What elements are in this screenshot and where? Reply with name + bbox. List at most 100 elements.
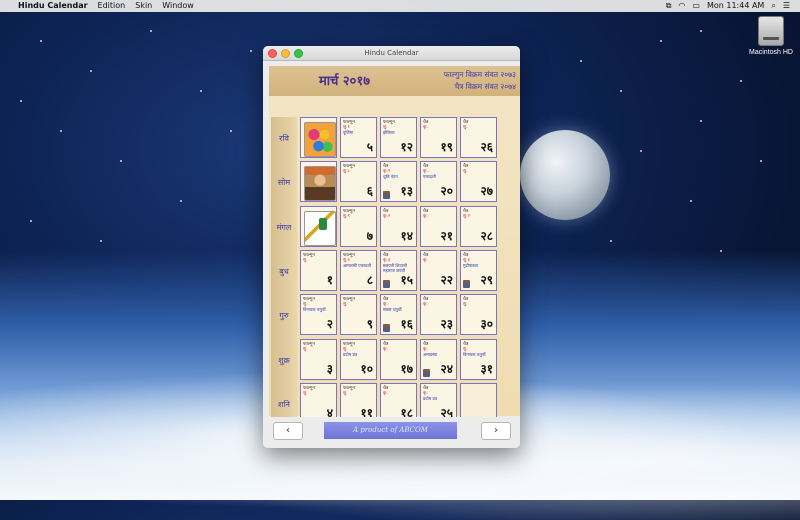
notification-center-icon[interactable]: ☰: [783, 0, 790, 12]
minimize-button[interactable]: [281, 49, 290, 58]
tithi-label: शु.२: [463, 213, 470, 219]
tithi-label: कृ.: [423, 257, 428, 263]
day-cell[interactable]: चैत्र कृ. अमावस्या २४: [420, 338, 457, 380]
tithi-label: कृ.: [423, 213, 428, 219]
date-number: १३: [400, 184, 413, 199]
samvat-line-1: फाल्गुन विक्रम संवत २०७३: [443, 70, 516, 79]
tithi-label: शु.८: [343, 169, 350, 175]
deity-icon: [383, 279, 390, 288]
day-cell[interactable]: चैत्र कृ.१ धुलि वंदन १३: [380, 161, 417, 203]
date-number: ९: [366, 317, 373, 332]
deity-icon: [463, 279, 470, 288]
star: [740, 80, 742, 82]
day-cell[interactable]: फाल्गुन शु.८ ६: [340, 161, 377, 203]
date-number: २०: [440, 184, 453, 199]
day-cell[interactable]: चैत्र कृ. १७: [380, 338, 417, 380]
festival-label: प्रदोष व्रत: [423, 395, 438, 401]
date-number: २: [326, 317, 333, 332]
day-cell[interactable]: फाल्गुन शु.१ पूर्णिमा ५: [340, 117, 377, 158]
star: [180, 200, 182, 202]
date-number: १६: [400, 317, 413, 332]
date-number: २८: [480, 228, 493, 243]
day-cell[interactable]: फाल्गुन शु. ९: [340, 294, 377, 336]
day-cell[interactable]: चैत्र शु. २७: [460, 161, 497, 203]
date-number: २९: [480, 272, 493, 287]
credit-banner[interactable]: A product of ABCOM: [324, 422, 457, 439]
menu-app-name[interactable]: Hindu Calendar: [18, 0, 88, 12]
festival-image-cell[interactable]: [300, 161, 337, 203]
date-number: ८: [366, 272, 373, 287]
day-cell[interactable]: फाल्गुन शु. १: [300, 249, 337, 291]
search-icon[interactable]: ⌕: [771, 0, 775, 12]
colors-festival-image: [304, 122, 336, 157]
date-number: ७: [366, 228, 373, 243]
menu-item-window[interactable]: Window: [162, 0, 194, 12]
weekday-column: रवि सोम मंगल बुध गुरु शुक्र शनि: [271, 117, 297, 428]
day-cell[interactable]: चैत्र शु.२ २८: [460, 205, 497, 247]
date-number: १९: [440, 140, 453, 154]
shivaji-festival-image: [304, 166, 336, 202]
day-cell[interactable]: चैत्र कृ.२ १४: [380, 205, 417, 247]
day-cell[interactable]: चैत्र कृ. २३: [420, 294, 457, 336]
date-number: २६: [480, 140, 493, 154]
gudi-festival-image: [304, 210, 336, 246]
star: [700, 30, 702, 32]
tithi-label: कृ.२: [383, 213, 391, 219]
next-month-button[interactable]: ›: [481, 422, 511, 440]
window-titlebar[interactable]: Hindu Calendar: [263, 46, 520, 61]
day-cell[interactable]: फाल्गुन शु. होलिका १२: [380, 117, 417, 158]
clock[interactable]: Mon 11:44 AM: [707, 0, 764, 12]
date-number: ३१: [480, 361, 493, 376]
day-cell[interactable]: फाल्गुन शु. विनायक चतुर्थी २: [300, 294, 337, 336]
date-number: २४: [440, 361, 453, 376]
festival-image-cell[interactable]: [300, 117, 337, 158]
day-cell[interactable]: फाल्गुन शु. ३: [300, 338, 337, 380]
day-cell[interactable]: चैत्र कृ. संकष्ट चतुर्थी १६: [380, 294, 417, 336]
tithi-label: कृ.: [423, 302, 428, 308]
previous-month-button[interactable]: ‹: [273, 422, 303, 440]
day-cell[interactable]: चैत्र कृ. १९: [420, 117, 457, 158]
day-cell[interactable]: चैत्र कृ. एकादशी २०: [420, 161, 457, 203]
tithi-label: कृ.: [383, 346, 388, 352]
airplay-icon[interactable]: ▭: [692, 0, 700, 12]
menu-item-edition[interactable]: Edition: [98, 0, 126, 12]
star: [760, 160, 762, 162]
deity-icon: [423, 368, 430, 377]
day-cell[interactable]: फाल्गुन शु. प्रदोष व्रत १०: [340, 338, 377, 380]
star: [610, 240, 612, 242]
day-cell[interactable]: फाल्गुन शु.९ ७: [340, 205, 377, 247]
date-number: ५: [366, 140, 373, 154]
star: [200, 90, 202, 92]
festival-label: एकादशी: [423, 174, 436, 180]
tithi-label: शु.: [343, 390, 348, 396]
festival-label: विनायक चतुर्थी: [463, 351, 486, 357]
day-cell[interactable]: चैत्र शु. २६: [460, 117, 497, 158]
macintosh-hd-desktop-icon[interactable]: Macintosh HD: [748, 16, 794, 56]
date-number: १०: [360, 361, 373, 376]
date-number: १५: [400, 272, 413, 287]
star: [250, 50, 252, 52]
wifi-icon[interactable]: ◠: [678, 0, 685, 12]
weekday-label: सोम: [277, 178, 291, 188]
menu-item-skin[interactable]: Skin: [135, 0, 152, 12]
day-cell[interactable]: चैत्र शु. ३०: [460, 294, 497, 336]
weekday-label: शुक्र: [278, 355, 290, 365]
day-cell[interactable]: चैत्र कृ. २२: [420, 249, 457, 291]
star: [150, 30, 152, 32]
day-cell[interactable]: फाल्गुन शु.१ आमलकी एकादशी ८: [340, 249, 377, 291]
close-button[interactable]: [268, 49, 277, 58]
zoom-button[interactable]: [294, 49, 303, 58]
day-cell[interactable]: चैत्र शु.३ गुढीपाडवा २९: [460, 249, 497, 291]
screen-icon[interactable]: ⧉: [666, 0, 672, 12]
tithi-label: शु.: [463, 169, 468, 175]
festival-image-cell[interactable]: [300, 205, 337, 247]
date-number: २२: [440, 272, 453, 287]
day-cell[interactable]: चैत्र कृ.३ छत्रपती शिवाजी महाराज जयंती १५: [380, 249, 417, 291]
samvat-line-2: चैत्र विक्रम संवत २०७४: [454, 82, 516, 91]
month-title: मार्च २०१७: [319, 74, 370, 89]
day-cell[interactable]: चैत्र शु. विनायक चतुर्थी ३१: [460, 338, 497, 380]
tithi-label: शु.: [463, 125, 468, 130]
star: [90, 70, 92, 72]
day-cell[interactable]: चैत्र कृ. २१: [420, 205, 457, 247]
star: [690, 200, 692, 202]
